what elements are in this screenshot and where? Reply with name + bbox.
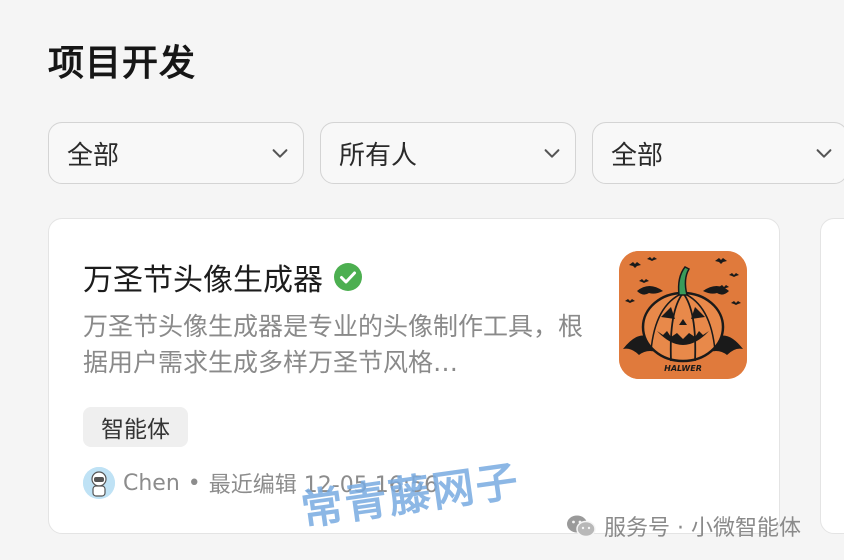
filter-owner-value: 所有人: [339, 140, 418, 171]
project-card-title-row: 万圣节头像生成器: [83, 255, 363, 299]
filter-category-value: 全部: [67, 140, 120, 171]
filter-status-dropdown[interactable]: 全部: [592, 122, 844, 184]
chevron-down-icon: [816, 149, 832, 158]
pumpkin-image: HALWER: [619, 251, 747, 379]
chevron-down-icon: [544, 149, 560, 158]
project-thumbnail: HALWER: [619, 251, 747, 379]
page-title: 项目开发: [48, 43, 197, 84]
chevron-down-icon: [272, 149, 288, 158]
filter-category-dropdown[interactable]: 全部: [48, 122, 304, 184]
footer-watermark: 服务号 · 小微智能体: [566, 510, 801, 542]
project-card-description: 万圣节头像生成器是专业的头像制作工具，根据用户需求生成多样万圣节风格…: [83, 312, 584, 377]
footer-watermark-text: 服务号 · 小微智能体: [604, 516, 801, 541]
project-card-next[interactable]: [820, 218, 844, 534]
project-card-title: 万圣节头像生成器: [83, 263, 323, 298]
filter-status-value: 全部: [611, 140, 664, 171]
thumbnail-label: HALWER: [664, 364, 702, 373]
type-badge: 智能体: [83, 407, 188, 447]
filter-owner-dropdown[interactable]: 所有人: [320, 122, 576, 184]
wechat-icon: [567, 515, 596, 538]
meta-separator: •: [187, 470, 201, 496]
check-circle-icon: [334, 263, 362, 291]
author-name: Chen: [123, 470, 180, 496]
avatar: [83, 467, 115, 499]
